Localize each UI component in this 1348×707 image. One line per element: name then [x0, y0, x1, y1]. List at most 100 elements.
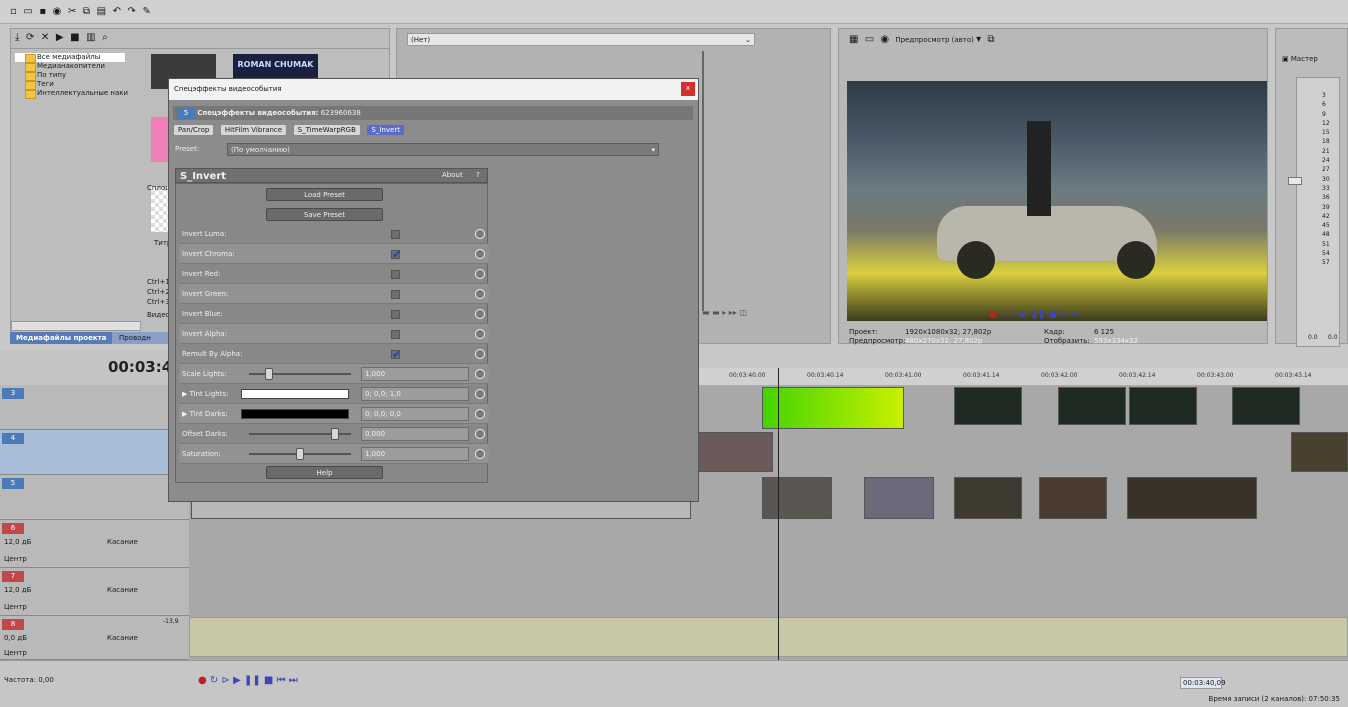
preview-mode[interactable]: Предпросмотр (авто) — [895, 36, 974, 44]
pause-icon[interactable]: ❚❚ — [244, 675, 261, 686]
clip-green[interactable] — [762, 387, 904, 429]
track-header-audio-7[interactable]: 7 12,0 дБ Касание Центр — [0, 568, 189, 616]
clock-icon[interactable] — [475, 409, 485, 419]
invert-chroma-checkbox[interactable] — [391, 245, 401, 265]
invert-red-checkbox[interactable] — [391, 270, 400, 279]
expand-icon[interactable]: ▶ — [182, 390, 190, 398]
tree-item[interactable]: По типу — [15, 71, 125, 81]
scale-lights-value[interactable]: 1,000 — [361, 367, 469, 381]
track-volume[interactable]: 12,0 дБ — [4, 586, 31, 594]
trimmer-selector[interactable]: (Нет) ⌄ — [407, 33, 755, 46]
loop-icon[interactable]: ↻ — [1000, 310, 1008, 320]
tint-lights-value[interactable]: 0; 0,0; 1,0 — [361, 387, 469, 401]
saturation-value[interactable]: 1,000 — [361, 447, 469, 461]
clip-track4-b[interactable] — [1291, 432, 1348, 472]
stop-icon[interactable]: ■ — [70, 32, 79, 43]
play-icon[interactable]: ▶ — [233, 675, 241, 686]
invert-alpha-checkbox[interactable] — [391, 330, 400, 339]
stop-icon[interactable]: ■ — [264, 675, 273, 686]
clock-icon[interactable] — [475, 429, 485, 439]
play-icon[interactable]: ▶ — [56, 32, 64, 43]
scale-lights-slider[interactable] — [249, 368, 351, 380]
fx-tab-hitfilm[interactable]: HitFilm Vibrance — [219, 124, 288, 136]
track-pan[interactable]: Центр — [4, 603, 27, 611]
track-volume[interactable]: 0,0 дБ — [4, 634, 27, 642]
tree-item[interactable]: Теги — [15, 80, 125, 90]
load-preset-button[interactable]: Load Preset — [266, 188, 383, 201]
record-icon[interactable]: ● — [198, 675, 207, 686]
new-icon[interactable]: ▫ — [10, 6, 17, 17]
views-icon[interactable]: ▥ — [86, 32, 95, 43]
pause-icon[interactable]: ❚❚ — [1030, 310, 1045, 320]
clock-icon[interactable] — [475, 309, 485, 319]
clock-icon[interactable] — [475, 349, 485, 359]
track-volume[interactable]: 12,0 дБ — [4, 538, 31, 546]
tree-item[interactable]: Интеллектуальные наки — [15, 89, 128, 99]
next-icon[interactable]: ⏭ — [289, 675, 298, 686]
help-button[interactable]: Help — [266, 466, 383, 479]
slider-knob[interactable] — [331, 428, 339, 440]
clock-icon[interactable] — [475, 369, 485, 379]
clock-icon[interactable] — [475, 389, 485, 399]
about-button[interactable]: About — [442, 171, 463, 179]
open-icon[interactable]: ▭ — [23, 6, 32, 17]
clip-dark-4[interactable] — [1232, 387, 1300, 425]
clip-audio-8[interactable] — [189, 617, 1348, 657]
fx-tab-pancrop[interactable]: Pan/Crop — [173, 124, 215, 136]
play-from-start-icon[interactable]: ⊳ — [1010, 310, 1018, 320]
track-header-video-3[interactable]: 3 — [0, 385, 189, 430]
cut-icon[interactable]: ✂ — [68, 6, 76, 17]
overlay-icon[interactable]: ▾ — [976, 33, 981, 47]
fx-tab-timewarp[interactable]: S_TimeWarpRGB — [292, 124, 361, 136]
copy-snapshot-icon[interactable]: ⧉ — [987, 33, 994, 47]
invert-luma-checkbox[interactable] — [391, 230, 400, 239]
track-header-audio-8[interactable]: 8 -13,9 0,0 дБ Касание Центр — [0, 616, 189, 660]
preview-quality-icon[interactable]: ◉ — [880, 33, 889, 47]
play-from-start-icon[interactable]: ⊳ — [222, 675, 230, 686]
clip-dark-1[interactable] — [954, 387, 1022, 425]
close-button[interactable]: x — [681, 82, 695, 96]
external-monitor-icon[interactable]: ▭ — [865, 33, 874, 47]
invert-green-checkbox[interactable] — [391, 290, 400, 299]
play-icon[interactable]: ▶ — [1021, 310, 1028, 320]
track-header-video-4[interactable]: 4 — [0, 430, 189, 475]
clip-track5-c[interactable] — [864, 477, 934, 519]
clip-dark-3[interactable] — [1129, 387, 1197, 425]
expand-icon[interactable]: ▶ — [182, 410, 190, 418]
paste-icon[interactable]: ▤ — [97, 6, 106, 17]
prev-icon[interactable]: ⏮ — [1060, 310, 1068, 320]
track-automation-mode[interactable]: Касание — [107, 538, 138, 546]
track-header-video-5[interactable]: 5 — [0, 475, 189, 520]
track-header-audio-6[interactable]: 6 12,0 дБ Касание Центр — [0, 520, 189, 568]
clock-icon[interactable] — [475, 249, 485, 259]
clip-track5-d[interactable] — [954, 477, 1022, 519]
fx-tab-invert[interactable]: S_Invert — [366, 124, 405, 136]
tree-item[interactable]: Все медиафайлы — [15, 53, 125, 63]
remult-alpha-checkbox[interactable] — [391, 345, 401, 365]
preview-props-icon[interactable]: ▦ — [849, 33, 858, 47]
track-automation-mode[interactable]: Касание — [107, 586, 138, 594]
clock-icon[interactable] — [475, 289, 485, 299]
next-icon[interactable]: ⏭ — [1071, 310, 1079, 320]
playhead[interactable] — [778, 368, 779, 660]
clip-track4-a[interactable] — [697, 432, 773, 472]
track-automation-mode[interactable]: Касание — [107, 634, 138, 642]
clip-track5-e[interactable] — [1039, 477, 1107, 519]
undo-icon[interactable]: ↶ — [113, 6, 121, 17]
properties-icon[interactable]: ✎ — [142, 6, 150, 17]
clip-track5-b[interactable] — [762, 477, 832, 519]
stop-icon[interactable]: ■ — [1048, 310, 1057, 320]
slider-knob[interactable] — [296, 448, 304, 460]
clock-icon[interactable] — [475, 229, 485, 239]
invert-blue-checkbox[interactable] — [391, 310, 400, 319]
cursor-position[interactable]: 00:03:40,09 — [1180, 677, 1226, 689]
redo-icon[interactable]: ↷ — [128, 6, 136, 17]
clip-track5-f[interactable] — [1127, 477, 1257, 519]
loop-icon[interactable]: ↻ — [210, 675, 218, 686]
tint-darks-swatch[interactable] — [241, 409, 349, 419]
refresh-icon[interactable]: ⟳ — [26, 32, 34, 43]
record-icon[interactable]: ● — [989, 310, 997, 320]
track-pan[interactable]: Центр — [4, 555, 27, 563]
save-preset-button[interactable]: Save Preset — [266, 208, 383, 221]
copy-icon[interactable]: ⧉ — [83, 6, 90, 17]
